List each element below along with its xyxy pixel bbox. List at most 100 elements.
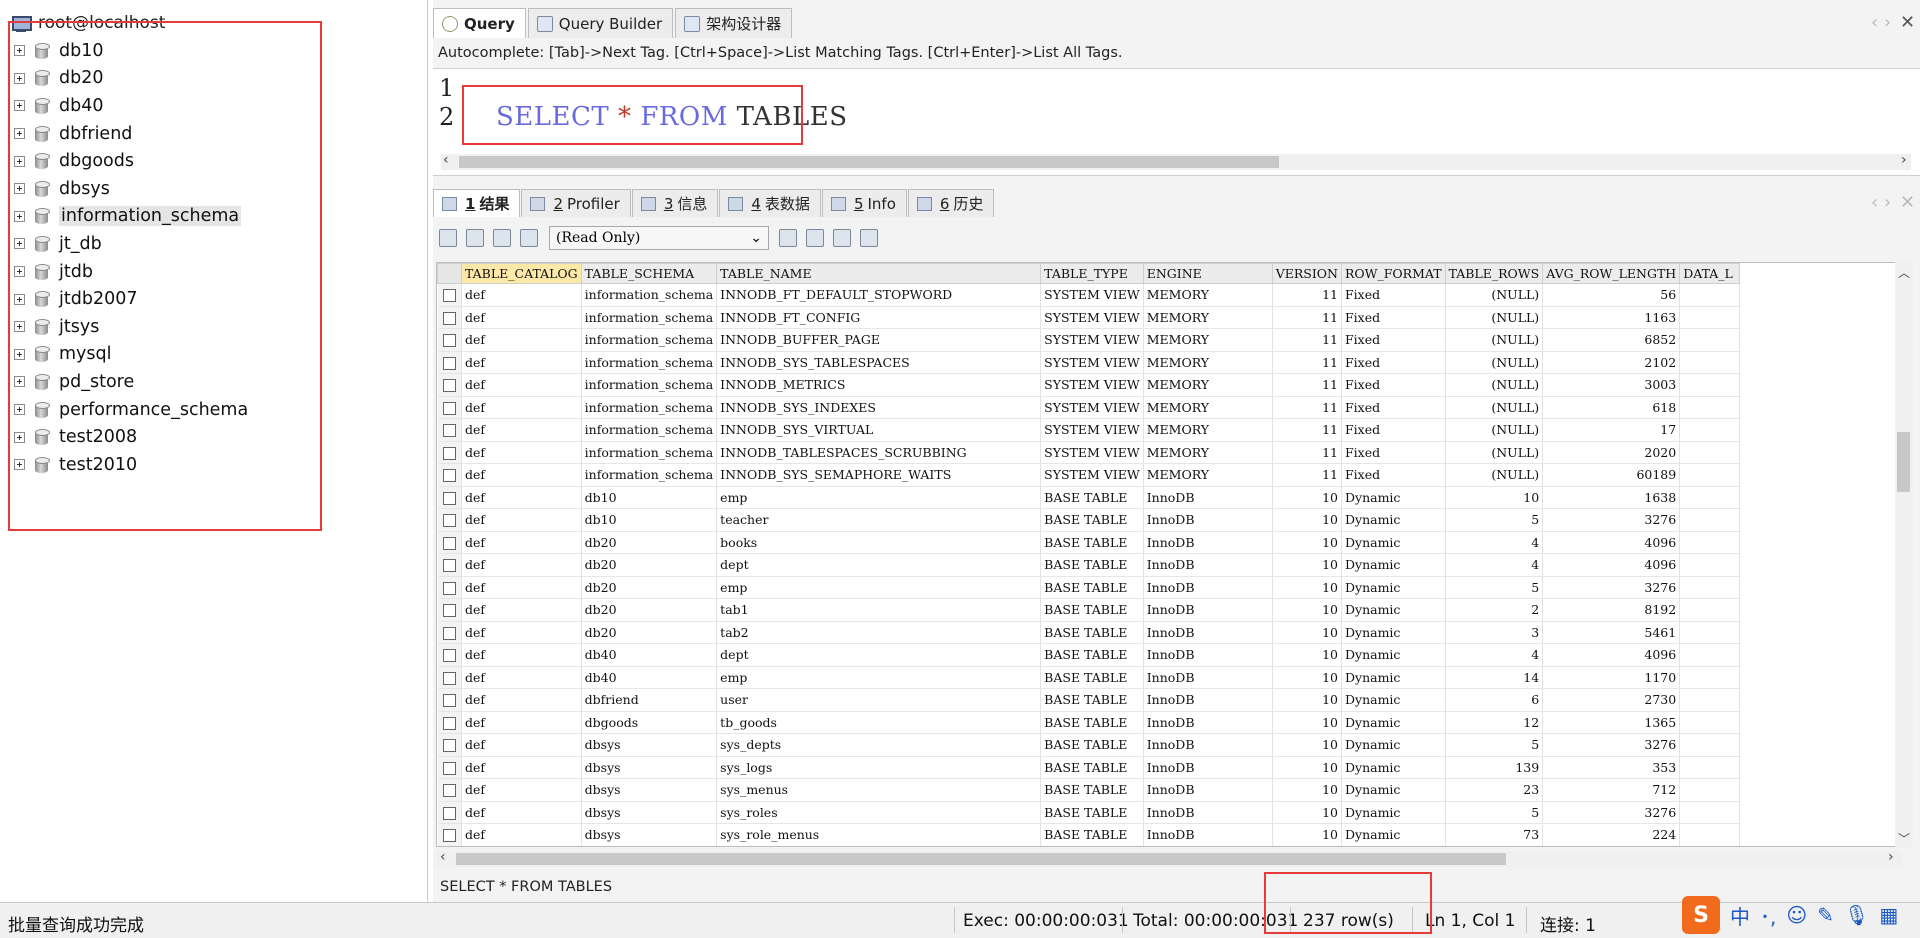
table-cell[interactable]: (NULL) xyxy=(1445,351,1544,374)
close-tab-icon[interactable]: ✕ xyxy=(1900,12,1915,33)
table-cell[interactable]: def xyxy=(461,553,582,577)
delete-row-icon[interactable] xyxy=(833,229,851,247)
table-cell[interactable]: InnoDB xyxy=(1143,553,1273,577)
table-cell[interactable]: 1365 xyxy=(1542,711,1681,734)
row-checkbox[interactable] xyxy=(442,311,456,325)
row-checkbox[interactable] xyxy=(442,649,456,663)
table-cell[interactable]: 1170 xyxy=(1542,666,1681,689)
table-cell[interactable]: Dynamic xyxy=(1341,486,1446,509)
scroll-right-icon[interactable]: › xyxy=(1901,152,1907,168)
table-cell[interactable]: dbsys xyxy=(581,756,718,779)
table-cell[interactable]: (NULL) xyxy=(1445,306,1544,329)
table-cell[interactable]: 1163 xyxy=(1542,306,1681,329)
table-cell[interactable]: def xyxy=(461,756,582,779)
scroll-down-icon[interactable]: ﹀ xyxy=(1898,830,1910,847)
table-cell[interactable]: def xyxy=(461,508,582,532)
table-cell[interactable]: Dynamic xyxy=(1341,598,1446,622)
table-cell[interactable]: 10 xyxy=(1272,688,1342,712)
table-cell[interactable]: SYSTEM VIEW xyxy=(1040,441,1144,464)
table-cell[interactable]: INNODB_FT_DEFAULT_STOPWORD xyxy=(716,283,1042,307)
table-cell[interactable] xyxy=(1679,441,1741,464)
ime-toolbar[interactable]: S 中 ･, ☺ ✎ 🎙 ▦ xyxy=(1682,896,1898,934)
table-cell[interactable]: 353 xyxy=(1542,756,1681,779)
scroll-left-icon[interactable]: ‹ xyxy=(443,152,449,168)
table-cell[interactable]: 11 xyxy=(1272,396,1342,419)
table-cell[interactable]: dbsys xyxy=(581,733,718,757)
sogou-logo-icon[interactable]: S xyxy=(1682,896,1720,934)
table-cell[interactable]: 11 xyxy=(1272,463,1342,487)
row-selector[interactable] xyxy=(437,801,462,824)
table-cell[interactable]: InnoDB xyxy=(1143,711,1273,734)
table-cell[interactable]: dbsys xyxy=(581,823,718,846)
table-cell[interactable]: Dynamic xyxy=(1341,801,1446,824)
table-cell[interactable]: InnoDB xyxy=(1143,576,1273,599)
table-cell[interactable]: InnoDB xyxy=(1143,508,1273,532)
table-cell[interactable]: 11 xyxy=(1272,351,1342,374)
table-cell[interactable] xyxy=(1679,373,1741,397)
table-cell[interactable]: 4 xyxy=(1445,531,1544,554)
row-selector[interactable] xyxy=(437,531,462,554)
table-cell[interactable]: def xyxy=(461,733,582,757)
table-cell[interactable]: Dynamic xyxy=(1341,508,1446,532)
table-row[interactable]: def dbsys sys_menus BASE TABLE InnoDB 10 Dynam… xyxy=(437,778,1741,802)
table-cell[interactable]: MEMORY xyxy=(1143,351,1273,374)
row-checkbox[interactable] xyxy=(442,401,456,415)
row-checkbox[interactable] xyxy=(442,829,456,843)
row-selector[interactable] xyxy=(437,711,462,734)
column-header[interactable]: VERSION xyxy=(1271,263,1342,284)
table-cell[interactable]: InnoDB xyxy=(1143,756,1273,779)
table-cell[interactable] xyxy=(1679,418,1741,442)
table-cell[interactable] xyxy=(1679,778,1741,802)
row-selector[interactable] xyxy=(437,441,462,464)
table-cell[interactable]: 3276 xyxy=(1542,801,1681,824)
table-cell[interactable]: information_schema xyxy=(581,441,718,464)
table-cell[interactable]: def xyxy=(461,531,582,554)
insert-row-icon[interactable] xyxy=(779,229,797,247)
column-header[interactable]: TABLE_CATALOG xyxy=(461,263,582,284)
table-cell[interactable]: Dynamic xyxy=(1341,621,1446,644)
table-cell[interactable]: dept xyxy=(716,553,1042,577)
table-cell[interactable]: 4096 xyxy=(1542,643,1681,667)
table-cell[interactable]: information_schema xyxy=(581,373,718,397)
table-cell[interactable]: BASE TABLE xyxy=(1040,553,1144,577)
table-cell[interactable]: MEMORY xyxy=(1143,283,1273,307)
table-cell[interactable]: tb_goods xyxy=(716,711,1042,734)
column-header[interactable]: DATA_L xyxy=(1679,263,1741,284)
table-row[interactable]: def information_schema INNODB_SYS_INDEXES S… xyxy=(437,396,1741,419)
table-cell[interactable]: 4 xyxy=(1445,553,1544,577)
row-selector[interactable] xyxy=(437,688,462,712)
table-cell[interactable]: Dynamic xyxy=(1341,553,1446,577)
table-cell[interactable]: emp xyxy=(716,486,1042,509)
table-row[interactable]: def db20 tab1 BASE TABLE InnoDB 10 Dynamic 2 819… xyxy=(437,598,1741,622)
table-row[interactable]: def dbgoods tb_goods BASE TABLE InnoDB 10 Dyna… xyxy=(437,711,1741,734)
table-cell[interactable] xyxy=(1679,756,1741,779)
column-header[interactable]: TABLE_ROWS xyxy=(1444,263,1544,284)
table-cell[interactable]: BASE TABLE xyxy=(1040,531,1144,554)
table-cell[interactable]: books xyxy=(716,531,1042,554)
grid-vscroll-thumb[interactable] xyxy=(1897,432,1910,492)
row-checkbox[interactable] xyxy=(442,514,456,528)
row-checkbox[interactable] xyxy=(442,379,456,393)
grid-corner[interactable] xyxy=(437,263,462,284)
table-cell[interactable]: BASE TABLE xyxy=(1040,621,1144,644)
export-icon[interactable] xyxy=(439,229,457,247)
table-cell[interactable]: sys_role_menus xyxy=(716,823,1042,846)
table-cell[interactable]: 10 xyxy=(1272,778,1342,802)
table-row[interactable]: def information_schema INNODB_TABLESPACES_… xyxy=(437,441,1741,464)
table-cell[interactable]: 2020 xyxy=(1542,441,1681,464)
table-cell[interactable]: InnoDB xyxy=(1143,598,1273,622)
row-selector[interactable] xyxy=(437,351,462,374)
table-cell[interactable]: INNODB_FT_CONFIG xyxy=(716,306,1042,329)
table-cell[interactable]: sys_logs xyxy=(716,756,1042,779)
table-cell[interactable]: 56 xyxy=(1542,283,1681,307)
table-cell[interactable]: def xyxy=(461,328,582,352)
table-cell[interactable]: 11 xyxy=(1272,306,1342,329)
table-cell[interactable]: MEMORY xyxy=(1143,306,1273,329)
table-cell[interactable]: 17 xyxy=(1542,418,1681,442)
table-cell[interactable]: 10 xyxy=(1272,756,1342,779)
table-row[interactable]: def db40 emp BASE TABLE InnoDB 10 Dynamic 14 117… xyxy=(437,666,1741,689)
table-cell[interactable]: SYSTEM VIEW xyxy=(1040,418,1144,442)
row-selector[interactable] xyxy=(437,598,462,622)
table-cell[interactable]: 3003 xyxy=(1542,373,1681,397)
cancel-icon[interactable] xyxy=(860,229,878,247)
